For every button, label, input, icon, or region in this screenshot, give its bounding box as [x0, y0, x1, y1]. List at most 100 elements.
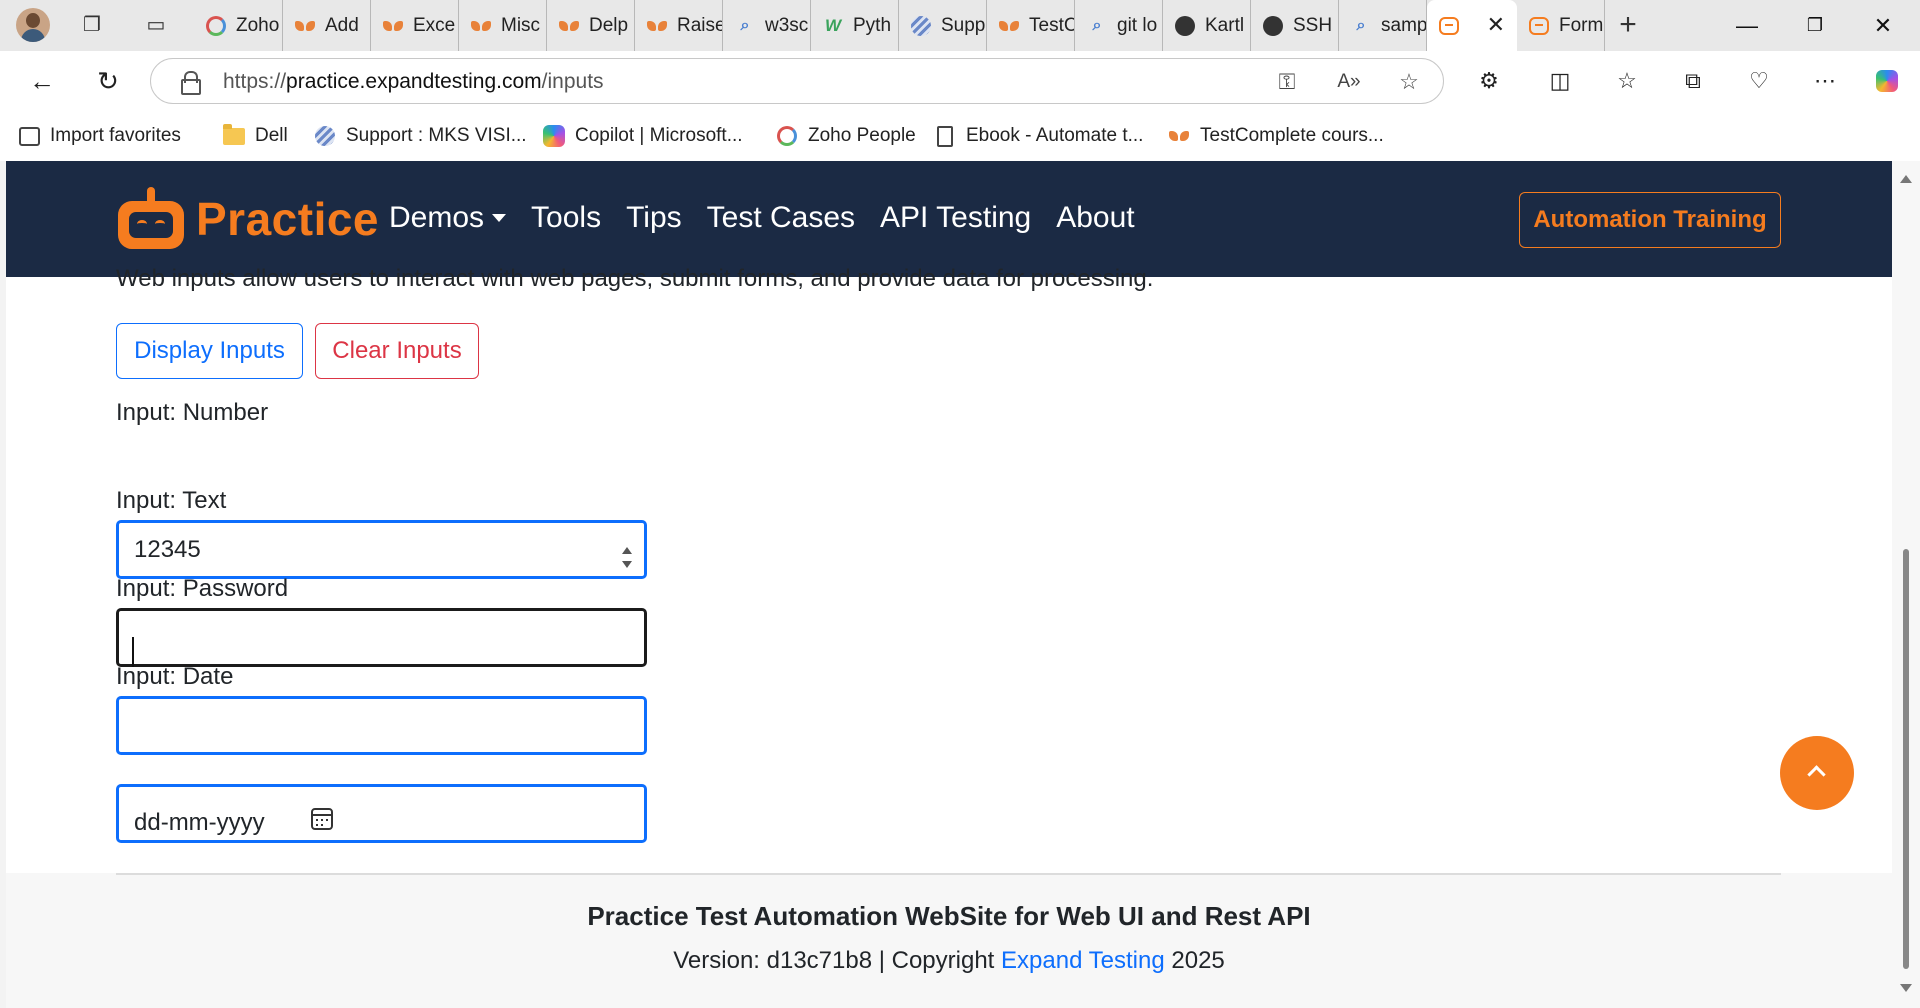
- tab-list: Zoho Add Exce Misc Delp Raise ⌕ w3sc W Pyth Supp Te…: [194, 0, 1605, 51]
- zoho-icon: [206, 15, 226, 36]
- calendar-icon[interactable]: [311, 808, 333, 830]
- date-placeholder: dd-mm-yyyy: [134, 809, 265, 836]
- copilot-icon[interactable]: [1872, 66, 1902, 96]
- back-button[interactable]: ←: [26, 65, 58, 97]
- favorite-item[interactable]: Dell: [223, 123, 288, 149]
- cat-icon: [295, 16, 315, 36]
- tab-title: TestC: [1029, 14, 1074, 36]
- browser-tab[interactable]: Supp: [899, 0, 987, 51]
- browser-tab[interactable]: Raise: [635, 0, 723, 51]
- brand-name: Practice: [196, 193, 380, 245]
- favorites-list-icon[interactable]: ☆: [1612, 66, 1642, 96]
- favorite-star-icon[interactable]: ☆: [1395, 68, 1423, 96]
- menu-tools[interactable]: Tools: [531, 201, 601, 235]
- split-screen-icon[interactable]: ◫: [1545, 66, 1575, 96]
- page-icon: [934, 125, 956, 147]
- scroll-thumb[interactable]: [1903, 549, 1909, 969]
- browser-essentials-icon[interactable]: ♡: [1744, 66, 1774, 96]
- read-aloud-icon[interactable]: A»: [1335, 68, 1363, 96]
- menu-about[interactable]: About: [1056, 201, 1134, 235]
- browser-tab[interactable]: ⌕ w3sc: [723, 0, 811, 51]
- scroll-down-arrow-icon[interactable]: [1900, 984, 1912, 992]
- favorite-item[interactable]: Ebook - Automate t...: [934, 123, 1143, 149]
- workspaces-icon[interactable]: ❐: [78, 11, 106, 39]
- favorite-label: Copilot | Microsoft...: [575, 125, 743, 146]
- favorite-label: Ebook - Automate t...: [966, 125, 1144, 146]
- collections-icon[interactable]: ⧉: [1678, 66, 1708, 96]
- number-spinner[interactable]: [620, 544, 634, 574]
- menu-test-cases[interactable]: Test Cases: [707, 201, 855, 235]
- expand-testing-link[interactable]: Expand Testing: [1001, 947, 1165, 974]
- browser-tab-active[interactable]: ✕: [1427, 0, 1517, 51]
- password-input[interactable]: [116, 696, 647, 755]
- scroll-to-top-button[interactable]: [1780, 736, 1854, 810]
- brand-link[interactable]: Practice: [116, 187, 379, 251]
- refresh-button[interactable]: ↻: [92, 65, 124, 97]
- browser-tab[interactable]: Zoho: [194, 0, 283, 51]
- intro-text: Web inputs allow users to interact with …: [116, 265, 1154, 292]
- tab-title: Raise: [677, 14, 722, 36]
- stripe-icon: [911, 15, 931, 36]
- menu-api-testing[interactable]: API Testing: [880, 201, 1031, 235]
- browser-tab[interactable]: Form: [1517, 0, 1605, 51]
- display-inputs-button[interactable]: Display Inputs: [116, 323, 303, 379]
- copilot-icon: [543, 125, 565, 147]
- automation-training-button[interactable]: Automation Training: [1519, 192, 1781, 248]
- extensions-icon[interactable]: ⚙: [1474, 66, 1504, 96]
- browser-tab[interactable]: Add: [283, 0, 371, 51]
- cat-icon: [471, 16, 491, 36]
- browser-tab[interactable]: TestC: [987, 0, 1075, 51]
- browser-tab[interactable]: Kartl: [1163, 0, 1251, 51]
- favorite-item[interactable]: Zoho People: [776, 123, 916, 149]
- cat-icon: [383, 16, 403, 36]
- site-footer: Practice Test Automation WebSite for Web…: [6, 873, 1892, 1008]
- number-input[interactable]: [116, 520, 647, 579]
- browser-tab[interactable]: Misc: [459, 0, 547, 51]
- key-icon[interactable]: ⚿: [1273, 68, 1301, 96]
- browser-tab[interactable]: SSH: [1251, 0, 1339, 51]
- profile-avatar[interactable]: [16, 8, 50, 42]
- tab-title: samp: [1381, 14, 1426, 36]
- tab-actions-icon[interactable]: ▭: [142, 11, 170, 39]
- browser-tab[interactable]: Delp: [547, 0, 635, 51]
- close-tab-icon[interactable]: ✕: [1487, 14, 1505, 36]
- page-scrollbar[interactable]: [1892, 161, 1920, 1008]
- tab-title: git lo: [1117, 14, 1158, 36]
- browser-tab[interactable]: ⌕ samp: [1339, 0, 1427, 51]
- main-content: Web inputs allow users to interact with …: [6, 265, 1892, 1008]
- minimize-button[interactable]: —: [1714, 0, 1780, 51]
- search-icon: ⌕: [740, 16, 750, 34]
- favorite-item[interactable]: Copilot | Microsoft...: [543, 123, 743, 149]
- text-input[interactable]: [116, 608, 647, 667]
- address-bar[interactable]: https://practice.expandtesting.com/input…: [150, 58, 1444, 104]
- clear-inputs-button[interactable]: Clear Inputs: [315, 323, 479, 379]
- browser-tab[interactable]: W Pyth: [811, 0, 899, 51]
- footer-title: Practice Test Automation WebSite for Web…: [587, 901, 1311, 931]
- search-icon: ⌕: [1092, 16, 1102, 34]
- search-icon: ⌕: [1356, 16, 1366, 34]
- menu-tips[interactable]: Tips: [626, 201, 682, 235]
- close-window-button[interactable]: ✕: [1850, 0, 1916, 51]
- number-label: Input: Number: [116, 399, 269, 426]
- new-tab-button[interactable]: +: [1614, 10, 1642, 40]
- menu-demos[interactable]: Demos: [389, 201, 507, 235]
- favorite-item[interactable]: Import favorites: [18, 123, 181, 149]
- browser-tab[interactable]: ⌕ git lo: [1075, 0, 1163, 51]
- favorite-item[interactable]: TestComplete cours...: [1168, 123, 1384, 149]
- tab-title: Misc: [501, 14, 541, 36]
- tab-title: Supp: [941, 14, 986, 36]
- restore-button[interactable]: ❐: [1782, 0, 1848, 51]
- url-text: https://practice.expandtesting.com/input…: [223, 70, 604, 93]
- stripe-icon: [314, 125, 336, 147]
- w-icon: W: [824, 15, 842, 35]
- browser-tab[interactable]: Exce: [371, 0, 459, 51]
- tab-title: Delp: [589, 14, 629, 36]
- favorite-label: Zoho People: [808, 125, 916, 146]
- more-options-icon[interactable]: ⋯: [1810, 66, 1840, 96]
- main-menu: Demos Tools Tips Test Cases API Testing …: [389, 201, 1160, 235]
- github-icon: [1263, 15, 1283, 36]
- scroll-up-arrow-icon[interactable]: [1900, 175, 1912, 183]
- favorite-item[interactable]: Support : MKS VISI...: [314, 123, 527, 149]
- browser-tab-strip: ❐ ▭ Zoho Add Exce Misc Delp Raise ⌕ w3sc W Pyth Su…: [0, 0, 1920, 51]
- tab-title: Zoho: [236, 14, 280, 36]
